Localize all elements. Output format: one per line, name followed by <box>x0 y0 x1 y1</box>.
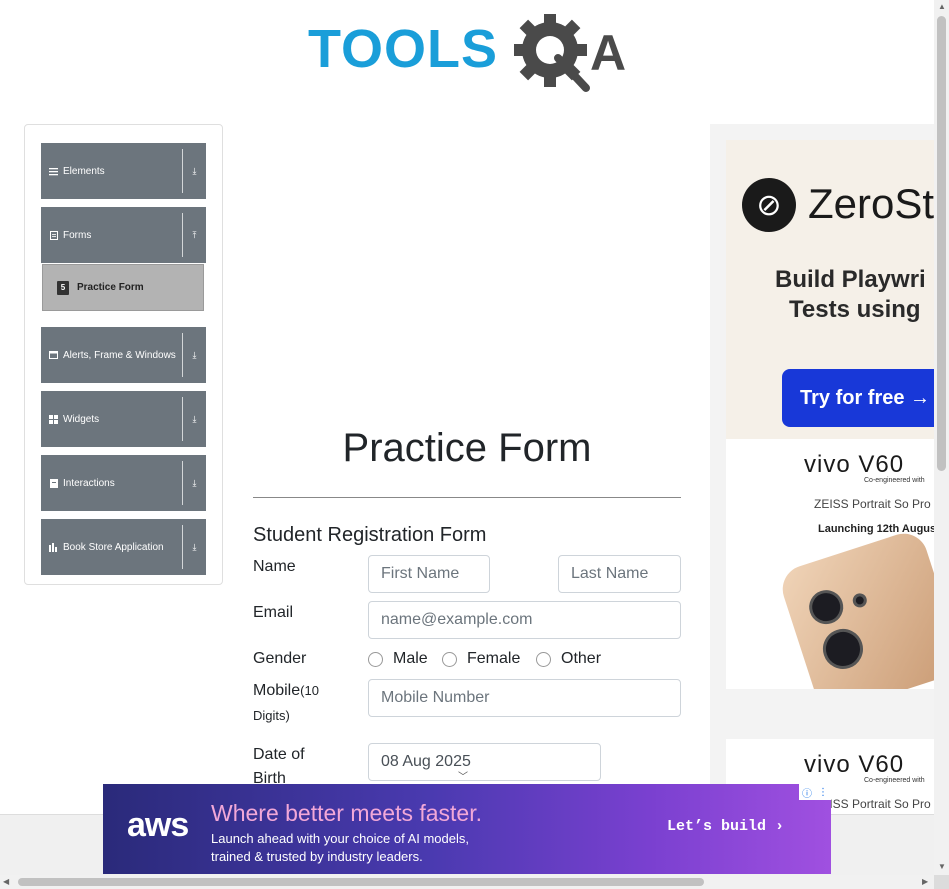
last-name-placeholder: Last Name <box>571 565 649 582</box>
zerostep-logo-icon: ⊘ <box>742 178 796 232</box>
sidebar-group-label: Book Store Application <box>63 541 164 553</box>
download-arrow-icon: ⤓ <box>192 477 197 488</box>
radio-label: Male <box>393 650 428 667</box>
download-arrow-icon: ⤓ <box>192 413 197 424</box>
right-ad-column: ⊘ ZeroSt Build Playwri Tests using Try f… <box>710 124 934 814</box>
window-icon <box>49 351 58 360</box>
sidebar-group-alerts[interactable]: Alerts, Frame & Windows ⤓ <box>41 327 206 383</box>
mobile-label: Mobile(10 <box>253 682 319 700</box>
mobile-input[interactable]: Mobile Number <box>368 679 681 717</box>
vivo-launch: Launching 12th August | 12 <box>818 523 934 535</box>
download-arrow-icon: ⤓ <box>192 165 197 176</box>
vertical-scroll-thumb[interactable] <box>937 16 946 471</box>
document-icon <box>49 230 58 240</box>
scrollbar-corner <box>934 875 949 889</box>
logo-text: TOOLS <box>308 19 499 79</box>
name-label: Name <box>253 558 296 575</box>
sidebar-item-label: Practice Form <box>77 282 144 293</box>
horizontal-scroll-thumb[interactable] <box>18 878 704 886</box>
email-label: Email <box>253 604 294 621</box>
scroll-down-arrow-icon[interactable]: ▼ <box>938 862 946 871</box>
radio-circle[interactable] <box>368 651 383 667</box>
grid-icon <box>49 414 58 424</box>
aws-logo: aws <box>127 806 189 844</box>
mobile-label-text: Mobile <box>253 682 301 699</box>
date-of-birth-input[interactable]: 08 Aug 2025 <box>368 743 601 781</box>
sidebar-group-widgets[interactable]: Widgets ⤓ <box>41 391 206 447</box>
horizontal-scrollbar[interactable]: ◀ ▶ <box>0 875 934 889</box>
radio-label: Female <box>467 650 521 667</box>
sidebar-group-label: Elements <box>63 165 105 177</box>
aws-subtext-1: Launch ahead with your choice of AI mode… <box>211 831 469 846</box>
title-divider <box>253 497 681 498</box>
gender-male-radio[interactable]: Male <box>368 650 428 668</box>
vivo-ad[interactable]: vivo V60 Co-engineered with ZEISS Portra… <box>726 439 934 689</box>
vivo-sub: Co-engineered with <box>864 477 925 484</box>
aws-subtext-2: trained & trusted by industry leaders. <box>211 849 423 864</box>
sidebar-group-forms[interactable]: Forms ⤒ <box>41 207 206 263</box>
scroll-up-arrow-icon[interactable]: ▲ <box>938 2 946 11</box>
form-title: Student Registration Form <box>253 524 487 546</box>
scroll-left-arrow-icon[interactable]: ◀ <box>3 877 9 886</box>
toolsqa-logo[interactable]: TOOLS A <box>308 14 633 92</box>
zerostep-cta-button[interactable]: Try for free → <box>782 369 934 427</box>
vivo-sub: Co-engineered with <box>864 777 925 784</box>
mobile-hint: (10 <box>300 683 319 698</box>
radio-circle[interactable] <box>442 651 457 667</box>
gender-female-radio[interactable]: Female <box>442 650 520 668</box>
scroll-right-arrow-icon[interactable]: ▶ <box>922 877 928 886</box>
email-placeholder: name@example.com <box>381 611 533 628</box>
sidebar-group-interactions[interactable]: Interactions ⤓ <box>41 455 206 511</box>
sidebar-group-label: Forms <box>63 229 92 241</box>
sidebar-group-elements[interactable]: Elements ⤓ <box>41 143 206 199</box>
mobile-hint-2: Digits) <box>253 708 290 723</box>
dob-label: Date of <box>253 746 305 763</box>
zerostep-line-2: Tests using <box>789 296 921 323</box>
zerostep-brand: ZeroSt <box>808 180 934 227</box>
download-arrow-icon: ⤓ <box>192 541 197 552</box>
logo-suffix: A <box>590 25 626 81</box>
vivo-zeiss: ZEISS Portrait So Pro <box>814 797 931 811</box>
zerostep-ad[interactable]: ⊘ ZeroSt Build Playwri Tests using Try f… <box>726 140 934 440</box>
more-vertical-icon[interactable]: ⋮ <box>818 787 828 798</box>
bar-chart-icon <box>49 542 58 552</box>
upload-arrow-icon: ⤒ <box>192 229 197 240</box>
page: TOOLS A Elements ⤓ Forms ⤒ 5 Practice Fo… <box>0 0 949 889</box>
radio-label: Other <box>561 650 602 667</box>
email-input[interactable]: name@example.com <box>368 601 681 639</box>
first-name-input[interactable]: First Name <box>368 555 490 593</box>
page-title: Practice Form <box>342 426 592 470</box>
box-icon <box>49 478 58 488</box>
radio-circle[interactable] <box>536 651 551 667</box>
gender-other-radio[interactable]: Other <box>536 650 601 668</box>
chevron-down-icon: ﹀ <box>458 772 468 783</box>
sidebar-group-label: Widgets <box>63 413 100 425</box>
sidebar-group-label: Interactions <box>63 477 115 489</box>
sidebar-item-practice-form[interactable]: 5 Practice Form <box>42 264 204 311</box>
vivo-zeiss: ZEISS Portrait So Pro <box>814 497 931 511</box>
ad-choices[interactable]: ⓘ ⋮ <box>799 784 831 800</box>
mobile-placeholder: Mobile Number <box>381 689 490 706</box>
vivo-brand: vivo V60 <box>804 451 905 478</box>
aws-cta-button[interactable]: Let’s build › <box>667 818 784 835</box>
phone-image <box>776 527 934 689</box>
aws-ad-banner[interactable]: aws Where better meets faster. Launch ah… <box>103 784 831 874</box>
first-name-placeholder: First Name <box>381 565 460 582</box>
last-name-input[interactable]: Last Name <box>558 555 681 593</box>
zerostep-line-1: Build Playwri <box>775 266 926 293</box>
hamburger-icon <box>49 167 58 176</box>
aws-subtext: Launch ahead with your choice of AI mode… <box>211 830 469 866</box>
sidebar-group-book-store[interactable]: Book Store Application ⤓ <box>41 519 206 575</box>
gender-label: Gender <box>253 650 307 667</box>
vertical-scrollbar[interactable]: ▲ ▼ <box>934 0 949 875</box>
info-icon[interactable]: ⓘ <box>802 785 812 800</box>
sidebar-group-label: Alerts, Frame & Windows <box>63 349 176 361</box>
sidebar: Elements ⤓ Forms ⤒ 5 Practice Form Alert… <box>24 124 223 585</box>
aws-headline: Where better meets faster. <box>211 800 483 826</box>
html5-icon: 5 <box>57 280 69 295</box>
gear-logo-icon: A <box>514 14 626 92</box>
download-arrow-icon: ⤓ <box>192 349 197 360</box>
vivo-brand: vivo V60 <box>804 751 905 778</box>
